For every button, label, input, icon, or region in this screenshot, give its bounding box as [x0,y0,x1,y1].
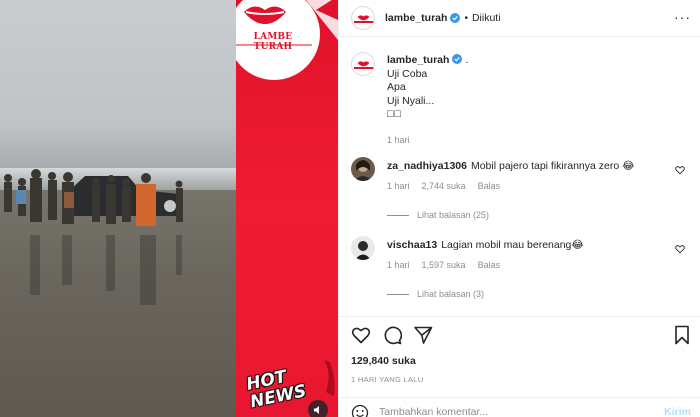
heart-icon[interactable] [351,325,371,345]
post-comment-button[interactable]: Kirim [664,406,691,417]
more-icon: ··· [674,9,691,25]
commenter-avatar[interactable] [351,236,375,260]
view-replies-label: Lihat balasan (3) [417,289,485,299]
caption-line: Uji Coba [387,67,428,80]
comment-text-block: vischaa13 Lagian mobil mau berenang😂 [387,239,667,252]
lips-logo-icon [357,15,370,21]
commenter-username[interactable]: za_nadhiya1306 [387,160,467,172]
like-count[interactable]: 129,840 suka [351,355,416,367]
commenter-username[interactable]: vischaa13 [387,239,437,251]
comment-composer: Kirim [339,397,700,417]
lips-logo-icon [244,6,286,24]
action-bar [351,325,433,345]
reply-button[interactable]: Balas [478,181,501,191]
comment-like-heart-icon[interactable] [675,244,685,254]
caption-body: lambe_turah . Uji Coba Apa Uji Nyali... … [387,54,687,147]
replies-divider [387,214,409,216]
caption-suffix: . [465,54,469,66]
comment-text: Mobil pajero tapi fikirannya zero 😂 [470,160,635,172]
crowd-and-car [4,169,183,226]
comment-like-heart-icon[interactable] [675,165,685,175]
bookmark-icon[interactable] [673,325,691,345]
crowd-reflection [30,235,182,305]
post-details-panel: lambe_turah • Diikuti ··· lambe_turah . … [338,0,700,417]
sound-toggle-button[interactable] [308,400,328,417]
avatar-photo [351,236,375,260]
follow-status-button[interactable]: Diikuti [472,12,501,24]
comment-timestamp[interactable]: 1 hari [387,260,410,270]
caption-line: □□ [387,108,402,120]
comment-icon[interactable] [382,325,402,345]
author-avatar[interactable] [351,6,375,30]
comment-meta: 1 hari 1,597 suka Balas [387,260,500,270]
share-icon[interactable] [413,325,433,345]
avatar-brand-line [354,67,374,69]
author-username[interactable]: lambe_turah [385,12,447,24]
verified-badge-icon [450,13,461,23]
emoji-icon[interactable] [351,404,369,417]
comment-meta: 1 hari 2,744 suka Balas [387,181,500,191]
avatar-photo [351,157,375,181]
brand-name: LAMBE TURAH [253,32,293,52]
caption-username[interactable]: lambe_turah [387,54,449,66]
replies-divider [387,293,409,295]
comment-text: Lagian mobil mau berenang😂 [441,239,584,251]
comment-text-block: za_nadhiya1306 Mobil pajero tapi fikirann… [387,160,667,173]
brand-underline [236,44,312,46]
more-options-button[interactable]: ··· [674,9,691,25]
caption-timestamp[interactable]: 1 hari [387,134,687,148]
reply-button[interactable]: Balas [478,260,501,270]
sound-icon [314,406,319,414]
post-media[interactable]: LAMBE TURAH HOT NEWS [0,0,338,417]
verified-badge-icon [452,54,463,64]
post-actions-section: 129,840 suka 1 HARI YANG LALU Kirim [339,316,700,417]
comment-timestamp[interactable]: 1 hari [387,181,410,191]
view-replies-label: Lihat balasan (25) [417,210,490,220]
avatar-brand-line [354,21,374,23]
caption-line: Uji Nyali... [387,94,435,107]
post-header: lambe_turah • Diikuti ··· [339,0,700,37]
separator-dot: • [464,12,468,24]
comment-input[interactable] [379,404,639,417]
news-banner: LAMBE TURAH HOT NEWS [236,0,338,417]
beach-photo [0,0,236,417]
commenter-avatar[interactable] [351,157,375,181]
comment-likes[interactable]: 1,597 suka [422,260,466,270]
caption-author-avatar[interactable] [351,52,375,76]
view-replies-button[interactable]: Lihat balasan (25) [387,210,489,220]
view-replies-button[interactable]: Lihat balasan (3) [387,289,484,299]
lips-logo-icon [357,61,370,67]
caption-line: Apa [387,81,406,93]
comment-likes[interactable]: 2,744 suka [422,181,466,191]
post-date[interactable]: 1 HARI YANG LALU [351,375,423,384]
